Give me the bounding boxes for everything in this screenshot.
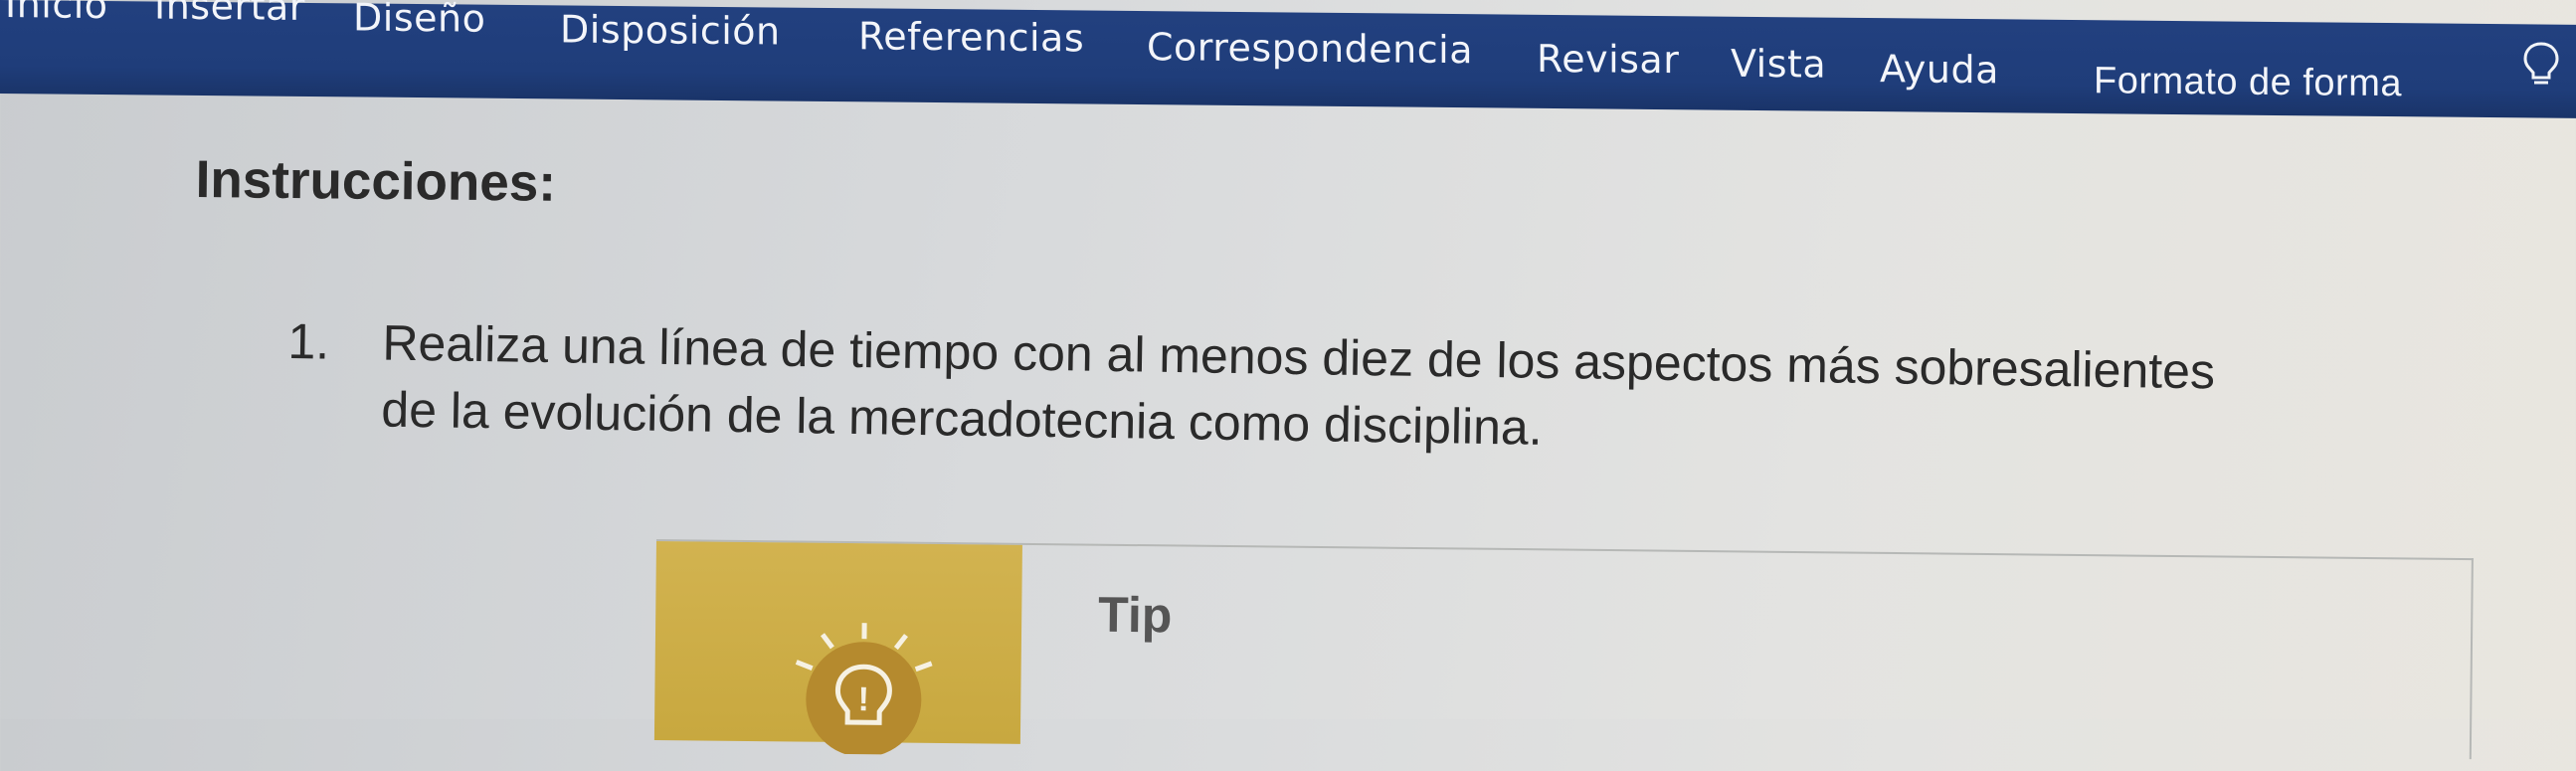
- tab-inicio[interactable]: Inicio: [5, 0, 108, 27]
- lightbulb-icon: !: [774, 604, 955, 755]
- tab-correspondencia[interactable]: Correspondencia: [1147, 25, 1473, 72]
- tip-box: ! Tip: [654, 539, 2474, 759]
- tab-disposicion[interactable]: Disposición: [560, 7, 781, 53]
- tab-ayuda[interactable]: Ayuda: [1880, 47, 1999, 92]
- instructions-heading: Instrucciones:: [195, 149, 556, 214]
- tab-diseno[interactable]: Diseño: [353, 0, 485, 41]
- tab-revisar[interactable]: Revisar: [1537, 37, 1679, 82]
- tab-referencias[interactable]: Referencias: [858, 14, 1084, 60]
- tab-vista[interactable]: Vista: [1731, 42, 1826, 87]
- tip-color-panel: !: [654, 541, 1022, 744]
- lightbulb-icon[interactable]: [2521, 40, 2561, 90]
- tip-label: Tip: [1098, 586, 1173, 645]
- item-number: 1.: [287, 308, 330, 376]
- tab-insertar[interactable]: Insertar: [154, 0, 305, 29]
- svg-text:!: !: [857, 680, 869, 718]
